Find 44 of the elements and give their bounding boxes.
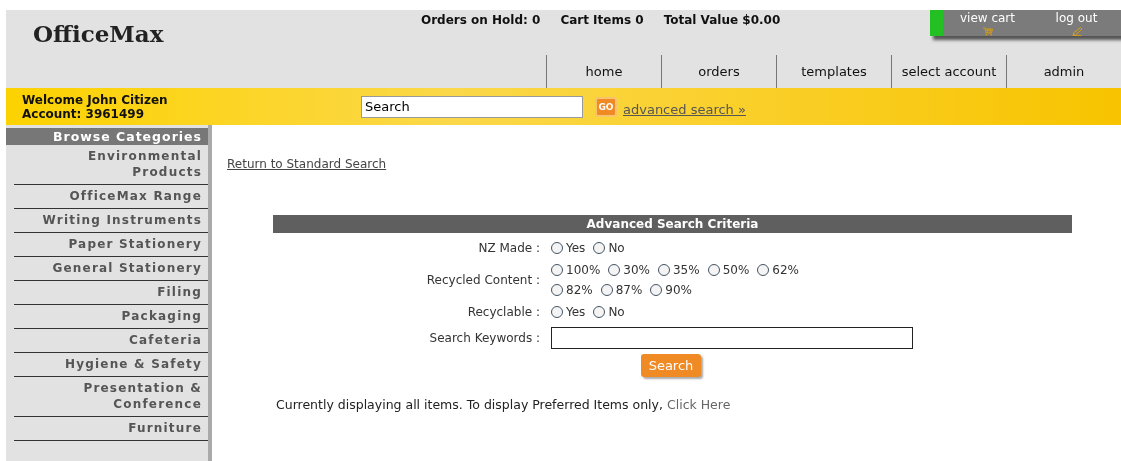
header-stat: Cart Items 0 <box>560 13 644 29</box>
radio-option[interactable]: 62% <box>757 263 799 277</box>
radio-option[interactable]: Yes <box>551 305 586 319</box>
radio-option[interactable]: No <box>593 305 625 319</box>
category-link[interactable]: Writing Instruments <box>14 209 208 233</box>
keywords-input[interactable] <box>551 327 913 349</box>
category-link[interactable]: Filing <box>14 281 208 305</box>
criteria-heading: Advanced Search Criteria <box>273 215 1072 233</box>
view-cart-link[interactable]: view cart <box>943 10 1032 36</box>
category-link[interactable]: Environmental Products <box>14 145 208 185</box>
radio-option[interactable]: No <box>593 241 625 255</box>
category-link[interactable]: Presentation & Conference <box>14 377 208 417</box>
welcome-text: Welcome John Citizen <box>22 92 169 107</box>
radio-option[interactable]: Yes <box>551 241 586 255</box>
welcome-text: Account: 3961499 <box>22 106 145 121</box>
header-stat: Orders on Hold: 0 <box>421 13 541 29</box>
accent-strip <box>930 10 943 36</box>
radio-option[interactable]: 30% <box>608 263 650 277</box>
category-link[interactable]: Furniture <box>14 417 208 441</box>
search-field[interactable]: Search <box>362 96 582 117</box>
radio-option[interactable]: 87% <box>600 283 643 297</box>
radio-option[interactable]: 50% <box>707 263 750 277</box>
field-label: Recycled Content : <box>425 273 541 287</box>
radio-option[interactable]: 90% <box>650 283 692 297</box>
field-label: Search Keywords : <box>428 331 541 345</box>
header-stat: Total Value $0.00 <box>663 13 781 29</box>
field-label: NZ Made : <box>477 241 541 255</box>
log-out-link[interactable]: log out <box>1032 10 1121 36</box>
advanced-search-link[interactable]: advanced search » <box>623 102 746 117</box>
return-link[interactable]: Return to Standard Search <box>227 157 1121 171</box>
field-label: Recyclable : <box>466 305 541 319</box>
category-link[interactable]: Paper Stationery <box>14 233 208 257</box>
info-text: Currently displaying all items. To display Preferred Items only, <box>276 397 663 412</box>
click-here-link[interactable]: Click Here <box>666 397 731 412</box>
category-link[interactable]: Hygiene & Safety <box>14 353 208 377</box>
sidebar-heading: Browse Categories <box>6 128 208 145</box>
officemax-logo[interactable]: OfficeMax <box>33 20 164 47</box>
category-link[interactable]: General Stationery <box>14 257 208 281</box>
category-link[interactable]: Packaging <box>14 305 208 329</box>
radio-option[interactable]: 82% <box>551 283 593 297</box>
category-link[interactable]: Cafeteria <box>14 329 208 353</box>
category-link[interactable]: OfficeMax Range <box>14 185 208 209</box>
radio-option[interactable]: 100% <box>551 263 601 277</box>
radio-option[interactable]: 35% <box>658 263 700 277</box>
